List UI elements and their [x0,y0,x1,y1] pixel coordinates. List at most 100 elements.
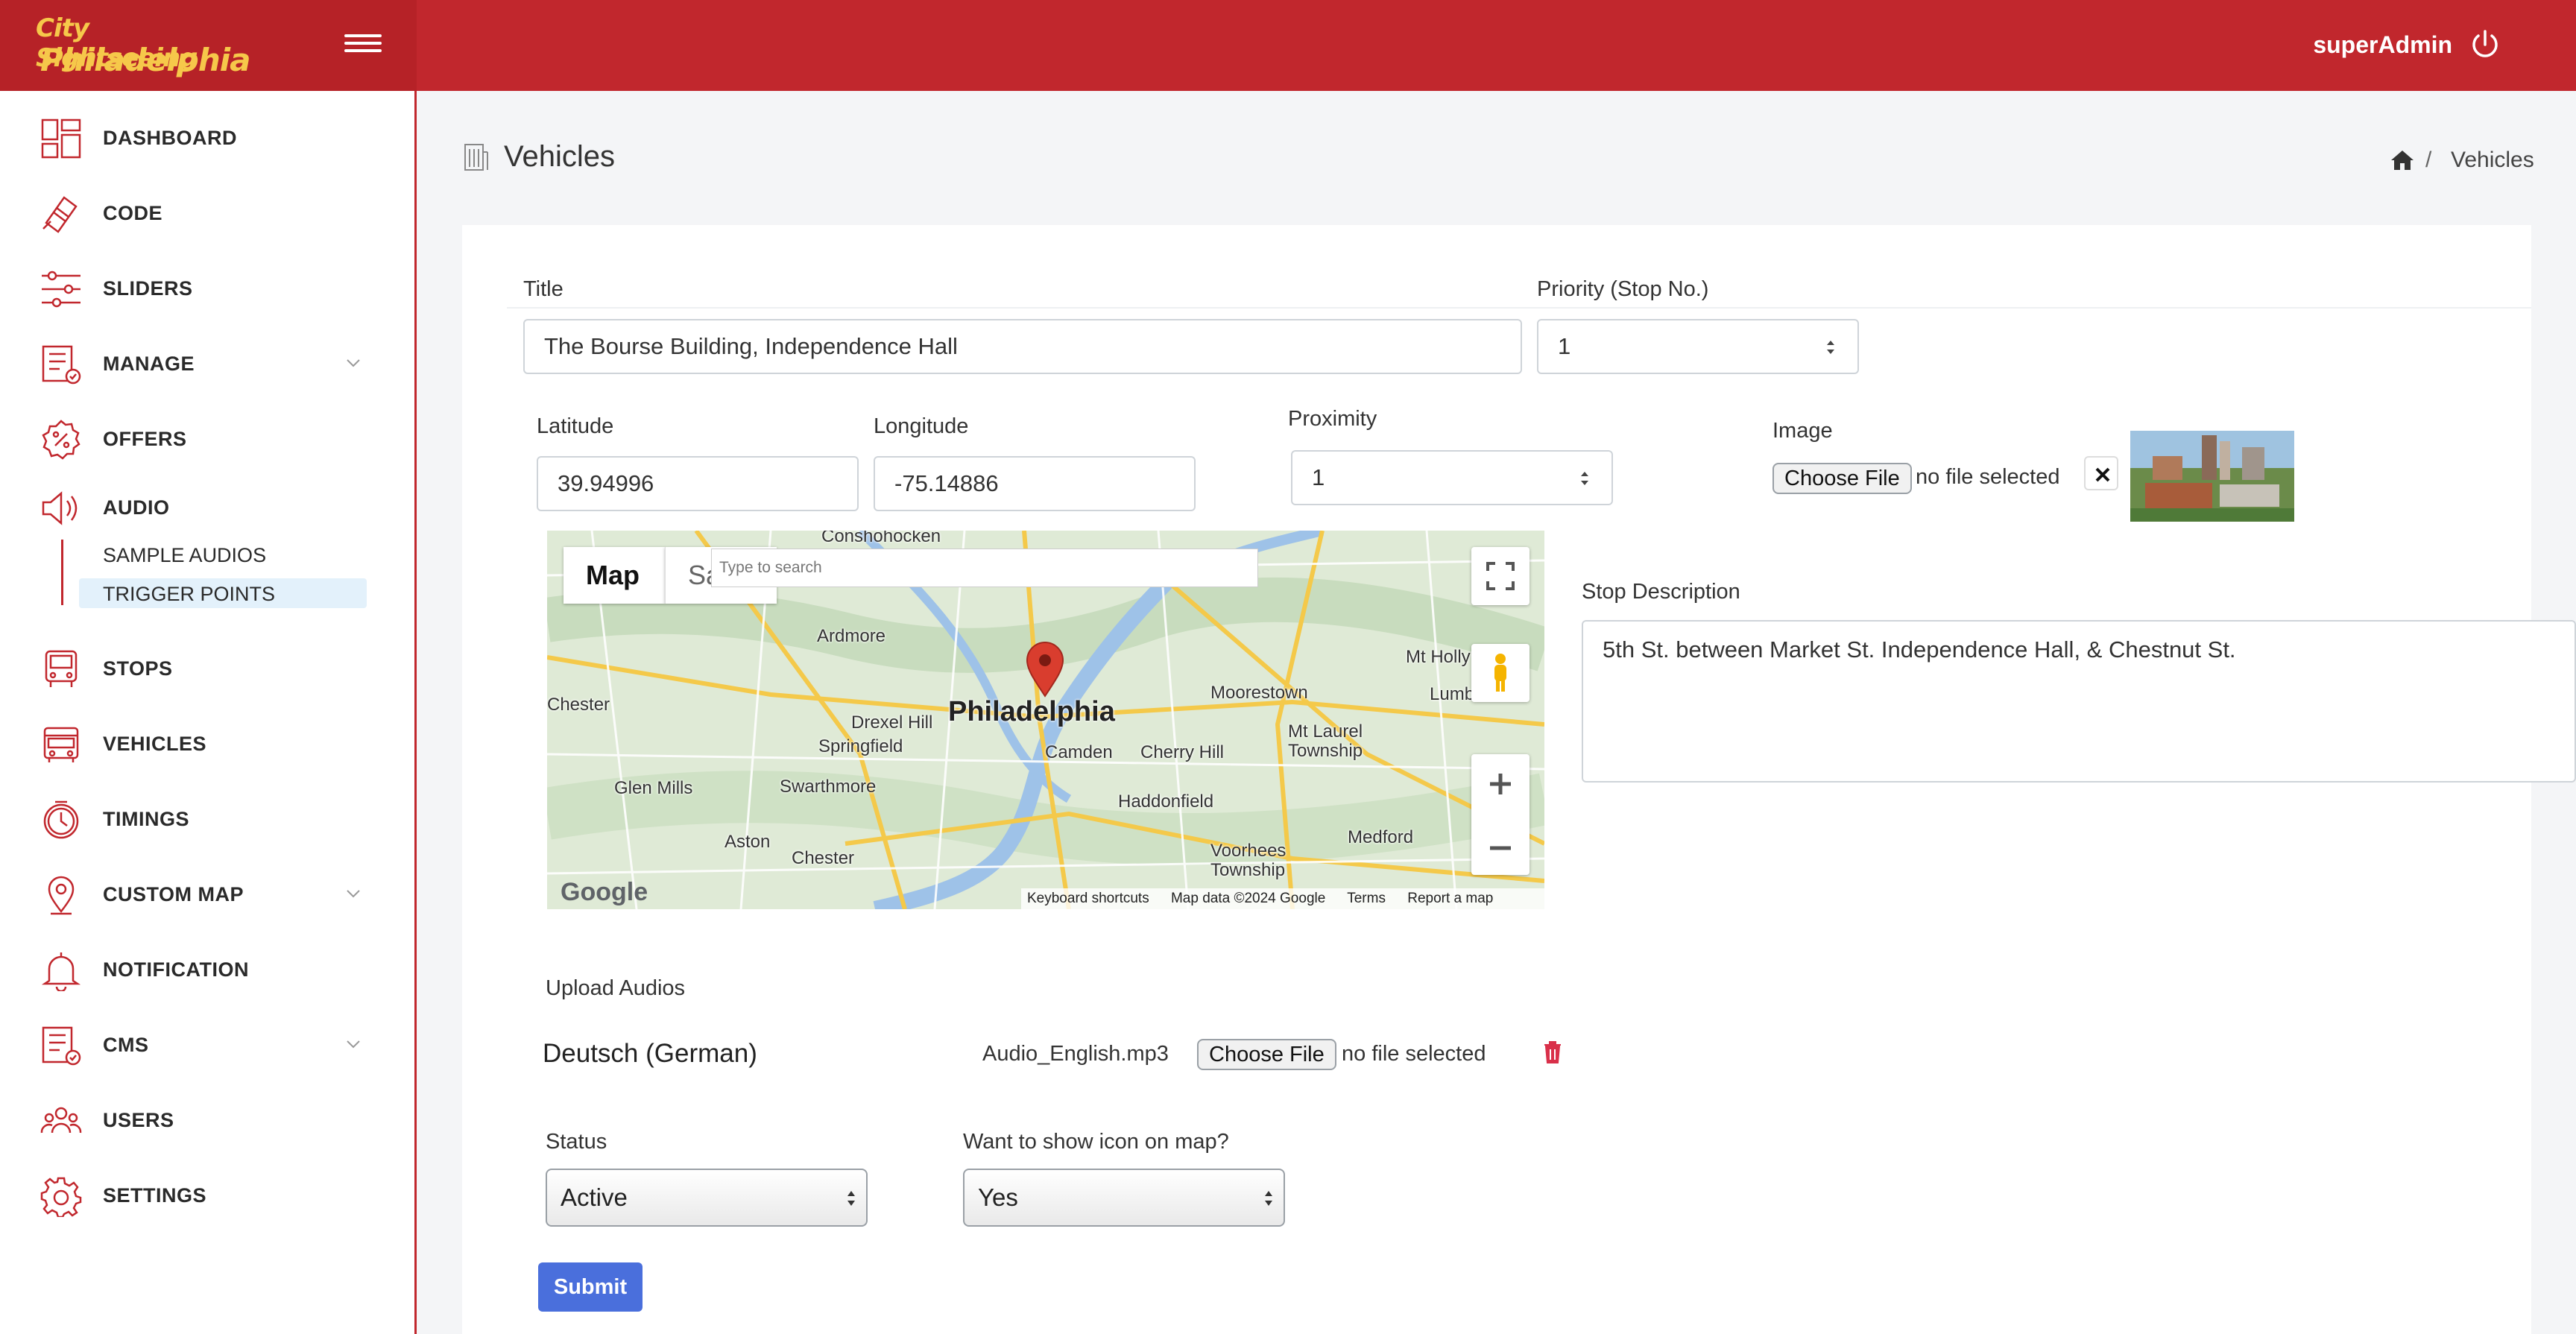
zoom-out-icon[interactable] [1471,818,1530,879]
zoom-in-icon[interactable] [1471,754,1530,815]
sidebar-item-label: CMS [103,1034,149,1056]
card-divider [507,307,2531,309]
show-icon-select[interactable]: Yes [963,1169,1285,1227]
upload-audios-label: Upload Audios [546,976,686,1000]
sidebar-item-notification[interactable]: NOTIFICATION [0,939,417,999]
sidebar-item-label: VEHICLES [103,733,207,755]
menu-toggle-icon[interactable] [344,30,383,60]
map-label: Mt Holly [1406,647,1471,667]
sidebar-item-settings[interactable]: SETTINGS [0,1165,417,1224]
sidebar-item-audio[interactable]: AUDIO [0,477,417,537]
users-icon [40,1107,82,1134]
audio-choose-file-button[interactable]: Choose File [1197,1039,1336,1070]
sidebar-item-code[interactable]: CODE [0,183,417,242]
longitude-input[interactable]: -75.14886 [874,456,1196,511]
fullscreen-icon [1486,562,1515,590]
map-label: Camden [1045,742,1113,762]
breadcrumb-current: Vehicles [2451,148,2534,172]
latitude-input[interactable]: 39.94996 [537,456,859,511]
sidebar-subitem-label: SAMPLE AUDIOS [103,544,267,566]
keyboard-shortcuts-link[interactable]: Keyboard shortcuts [1027,891,1149,906]
map-view[interactable]: Conshohocken Ardmore Philadelphia Drexel… [547,531,1544,909]
sidebar-item-cms[interactable]: CMS [0,1014,417,1074]
sidebar-subitem-trigger-points[interactable]: TRIGGER POINTS [79,578,367,608]
close-icon [2095,467,2110,482]
fullscreen-button[interactable] [1471,547,1530,605]
map-search-input[interactable]: Type to search [711,549,1258,587]
submit-button[interactable]: Submit [538,1262,643,1312]
building-icon [464,144,488,171]
show-icon-label: Want to show icon on map? [963,1130,1229,1154]
bus-stop-icon [45,650,78,687]
google-logo: Google [561,878,648,906]
percent-badge-icon [42,420,80,460]
map-label: Springfield [818,736,903,756]
chevron-down-icon [347,1040,360,1049]
street-view-pegman[interactable] [1471,644,1530,702]
sidebar-item-custom-map[interactable]: CUSTOM MAP [0,864,417,923]
remove-image-button[interactable] [2084,456,2118,490]
sidebar-item-label: CUSTOM MAP [103,883,244,905]
proximity-value: 1 [1312,464,1325,490]
trash-icon[interactable] [1543,1040,1562,1064]
status-selected-value: Active [561,1183,628,1211]
ticket-icon [42,196,78,233]
dashboard-icon [41,118,81,159]
title-input[interactable]: The Bourse Building, Independence Hall [523,319,1522,374]
select-arrows-icon [847,1191,855,1206]
home-icon[interactable] [2390,149,2415,171]
brand-logo[interactable]: City Sightseeing Philadelphia [33,10,250,79]
stepper-arrows-icon[interactable] [1825,337,1837,358]
map-terms-link[interactable]: Terms [1347,891,1386,906]
sidebar-subitem-label: TRIGGER POINTS [103,583,276,605]
bus-icon [43,727,79,762]
title-label: Title [523,277,564,301]
logout-icon[interactable] [2469,28,2501,61]
status-select[interactable]: Active [546,1169,868,1227]
sidebar-item-vehicles[interactable]: VEHICLES [0,713,417,773]
proximity-label: Proximity [1288,407,1377,431]
image-file-status: no file selected [1916,465,2060,489]
brand-line-2: Philadelphia [40,42,250,78]
audio-file-status: no file selected [1342,1042,1486,1066]
image-label: Image [1772,419,1833,443]
user-name[interactable]: superAdmin [2313,31,2452,59]
sidebar-item-label: STOPS [103,657,173,680]
sidebar-item-label: AUDIO [103,496,170,519]
sidebar-item-users[interactable]: USERS [0,1090,417,1149]
stop-description-textarea[interactable]: 5th St. between Market St. Independence … [1582,620,2576,783]
chevron-down-icon [347,359,360,367]
sidebar-item-offers[interactable]: OFFERS [0,408,417,468]
proximity-stepper[interactable]: 1 [1291,450,1613,505]
map-label: Township [1210,860,1286,880]
map-label: Swarthmore [780,777,877,797]
sidebar-item-label: NOTIFICATION [103,958,249,981]
map-label: Ardmore [817,626,886,646]
priority-value: 1 [1558,333,1571,359]
stepper-arrows-icon[interactable] [1579,468,1591,489]
sidebar-item-label: USERS [103,1109,174,1131]
priority-stepper[interactable]: 1 [1537,319,1859,374]
map-data-attribution: Map data ©2024 Google [1170,891,1326,906]
zoom-controls [1471,754,1530,875]
sidebar-item-stops[interactable]: STOPS [0,638,417,698]
sliders-icon [42,271,80,308]
map-pin-icon [48,876,75,915]
sidebar-item-dashboard[interactable]: DASHBOARD [0,107,417,167]
map-footer: Keyboard shortcuts Map data ©2024 Google… [1021,888,1544,909]
image-choose-file-button[interactable]: Choose File [1772,463,1912,494]
sidebar-item-timings[interactable]: TIMINGS [0,788,417,848]
logo-area: City Sightseeing Philadelphia [0,0,417,91]
sidebar-item-sliders[interactable]: SLIDERS [0,258,417,317]
sidebar-item-label: TIMINGS [103,808,189,830]
priority-label: Priority (Stop No.) [1537,277,1709,301]
checklist-icon [42,1026,81,1066]
sidebar-item-manage[interactable]: MANAGE [0,333,417,393]
top-bar: City Sightseeing Philadelphia superAdmin [0,0,2576,91]
clock-icon [43,800,79,839]
gear-icon [40,1177,82,1217]
sidebar-item-label: SETTINGS [103,1184,207,1207]
sidebar-subitem-sample-audios[interactable]: SAMPLE AUDIOS [79,540,367,569]
map-type-map-tab[interactable]: Map [564,547,665,604]
sidebar-item-label: OFFERS [103,428,187,450]
